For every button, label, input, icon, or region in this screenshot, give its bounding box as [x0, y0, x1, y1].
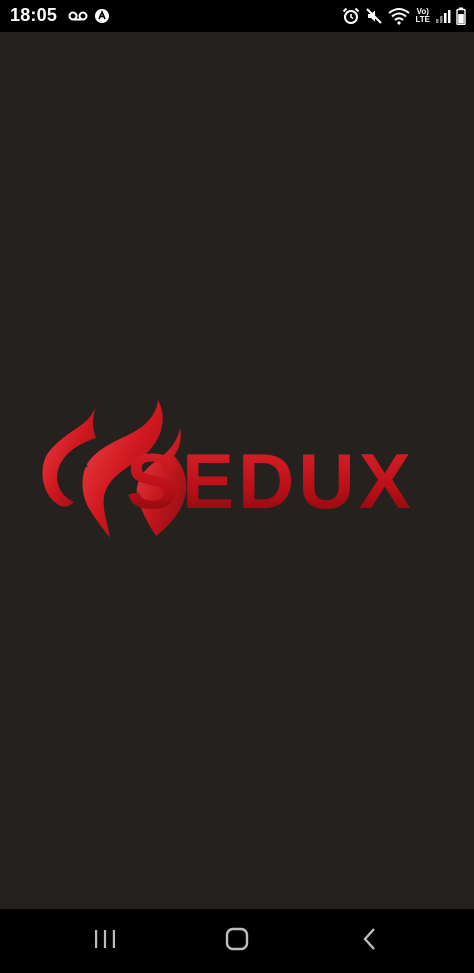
lte-bottom-label: LTE [415, 15, 430, 24]
mute-icon [365, 7, 383, 25]
brand-logo: SEDUX [38, 398, 438, 543]
status-bar: 18:05 Vo) LTE [0, 0, 474, 32]
battery-icon [456, 7, 466, 25]
status-right-icons: Vo) LTE [342, 5, 466, 27]
home-icon [224, 926, 250, 957]
app-notification-icon [94, 8, 110, 24]
brand-name: SEDUX [126, 437, 415, 525]
recents-icon [93, 928, 117, 955]
status-time: 18:05 [10, 5, 58, 25]
recents-button[interactable] [75, 921, 135, 961]
home-button[interactable] [207, 921, 267, 961]
back-button[interactable] [340, 921, 400, 961]
navigation-bar [0, 909, 474, 973]
voicemail-icon [68, 10, 88, 22]
status-left-icons [68, 6, 110, 26]
back-icon [360, 927, 380, 956]
splash-screen: 18:05 Vo) LTE SEDUX [0, 0, 474, 973]
alarm-icon [342, 7, 360, 25]
wifi-icon [388, 7, 411, 25]
volte-lte-icon: Vo) LTE [415, 8, 430, 24]
signal-icon [435, 8, 451, 24]
